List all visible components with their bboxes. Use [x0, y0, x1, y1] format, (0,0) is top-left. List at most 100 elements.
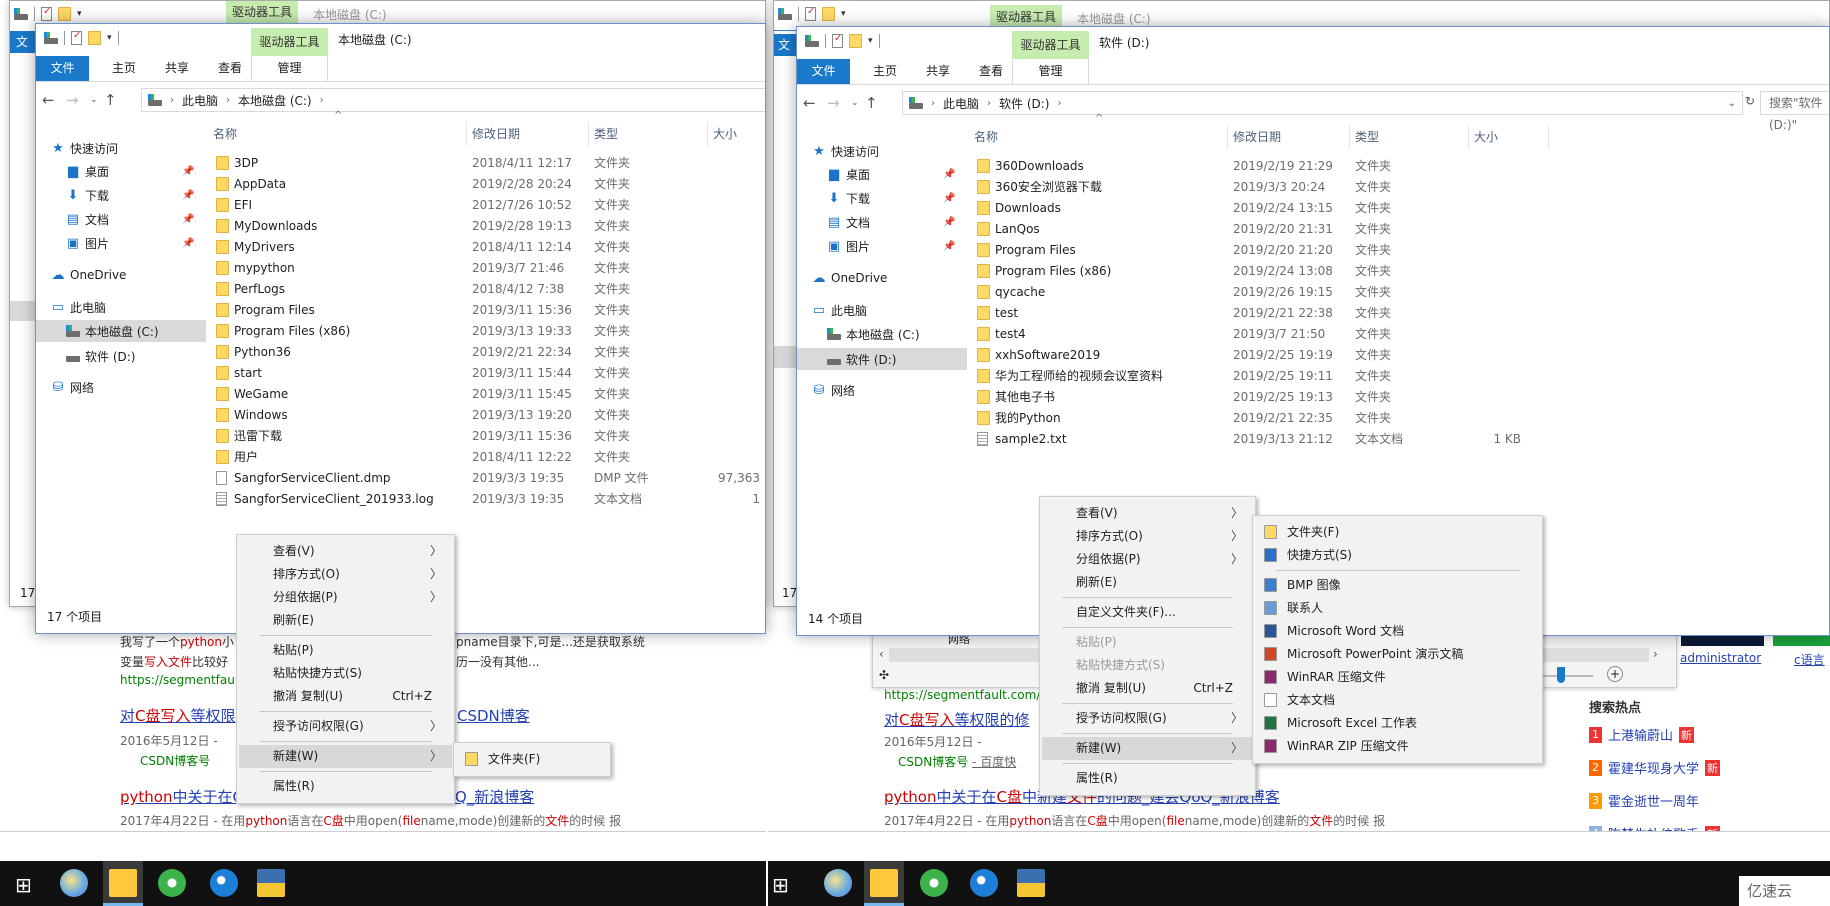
address-bar[interactable]: › 此电脑 › 软件 (D:) › ⌄ — [902, 91, 1743, 115]
c-language-link[interactable]: c语言 — [1794, 651, 1825, 668]
hot-search-item[interactable]: 2 霍建华现身大学新 — [1589, 758, 1721, 777]
file-tab[interactable]: 文 — [774, 34, 796, 56]
file-row[interactable]: sample2.txt 2019/3/13 21:12 文本文档 1 KB — [969, 429, 1549, 450]
tab-3[interactable]: 查看 — [208, 56, 252, 81]
file-row[interactable]: Program Files 2019/2/20 21:20 文件夹 — [969, 240, 1549, 261]
pin-icon[interactable]: 📌 — [182, 238, 194, 249]
up-arrow-icon[interactable]: ↑ — [104, 91, 117, 109]
file-row[interactable]: 华为工程师给的视频会议室资料 2019/2/25 19:11 文件夹 — [969, 366, 1549, 387]
windows-start-icon[interactable]: ⊞ — [772, 873, 789, 897]
file-row[interactable]: EFI 2012/7/26 10:52 文件夹 — [208, 195, 765, 216]
file-row[interactable]: 我的Python 2019/2/21 22:35 文件夹 — [969, 408, 1549, 429]
file-row[interactable]: Python36 2019/2/21 22:34 文件夹 — [208, 342, 765, 363]
breadcrumb-item[interactable]: 此电脑 — [943, 95, 979, 112]
menu-item[interactable]: 粘贴(P) — [1042, 631, 1253, 654]
paint-icon[interactable] — [824, 869, 852, 897]
nav-item[interactable]: 软件 (D:) — [797, 348, 967, 370]
submenu-item[interactable]: Microsoft Word 文档 — [1255, 620, 1540, 643]
scroll-right-button[interactable]: › — [1653, 647, 1658, 661]
file-row[interactable]: PerfLogs 2018/4/12 7:38 文件夹 — [208, 279, 765, 300]
nav-item[interactable]: 本地磁盘 (C:) — [36, 320, 206, 342]
file-row[interactable]: Program Files (x86) 2019/3/13 19:33 文件夹 — [208, 321, 765, 342]
file-row[interactable]: Program Files 2019/3/11 15:36 文件夹 — [208, 300, 765, 321]
move-icon[interactable]: ✣ — [879, 668, 889, 682]
file-tab[interactable]: 文 — [10, 31, 36, 53]
address-bar[interactable]: › 此电脑 › 本地磁盘 (C:) › — [141, 88, 765, 112]
submenu-item[interactable]: 联系人 — [1255, 597, 1540, 620]
nav-item[interactable]: ▆ 桌面 📌 — [797, 163, 967, 185]
menu-item[interactable]: 粘贴快捷方式(S) — [1042, 654, 1253, 677]
menu-item[interactable]: 授予访问权限(G) 〉 — [239, 715, 452, 738]
submenu-item[interactable]: 文件夹(F) — [456, 748, 608, 771]
menu-item[interactable]: 查看(V) 〉 — [1042, 502, 1253, 525]
file-row[interactable]: SangforServiceClient.dmp 2019/3/3 19:35 DM… — [208, 468, 765, 489]
file-row[interactable]: 其他电子书 2019/2/25 19:13 文件夹 — [969, 387, 1549, 408]
submenu-item[interactable]: Microsoft Excel 工作表 — [1255, 712, 1540, 735]
file-row[interactable]: AppData 2019/2/28 20:24 文件夹 — [208, 174, 765, 195]
file-row[interactable]: 迅雷下载 2019/3/11 15:36 文件夹 — [208, 426, 765, 447]
zoom-in-icon[interactable]: + — [1607, 666, 1623, 682]
result-source[interactable]: CSDN博客号 - 百度快 — [898, 753, 1016, 770]
menu-item[interactable]: 撤消 复制(U) Ctrl+Z — [239, 685, 452, 708]
nav-item[interactable]: ▤ 文档 📌 — [36, 208, 206, 230]
tab-2[interactable]: 共享 — [916, 59, 960, 84]
file-row[interactable]: 3DP 2018/4/11 12:17 文件夹 — [208, 153, 765, 174]
submenu-item[interactable]: WinRAR 压缩文件 — [1255, 666, 1540, 689]
file-explorer-icon[interactable] — [870, 869, 898, 897]
column-header[interactable]: 修改日期 — [1228, 125, 1350, 149]
nav-item[interactable]: 软件 (D:) — [36, 345, 206, 367]
drive-tools-tab[interactable]: 驱动器工具 — [226, 1, 299, 24]
hot-search-item[interactable]: 3 霍金逝世一周年 — [1589, 791, 1699, 810]
file-row[interactable]: mypython 2019/3/7 21:46 文件夹 — [208, 258, 765, 279]
customize-dropdown-icon[interactable]: ▾ — [77, 9, 82, 19]
recent-dropdown-icon[interactable]: ⌄ — [851, 98, 859, 108]
menu-item[interactable]: 排序方式(O) 〉 — [239, 563, 452, 586]
menu-item[interactable]: 排序方式(O) 〉 — [1042, 525, 1253, 548]
nav-item[interactable]: ▭ 此电脑 — [797, 299, 967, 321]
nav-item[interactable]: ☁ OneDrive — [797, 267, 967, 289]
nav-item[interactable]: ▣ 图片 📌 — [36, 232, 206, 254]
menu-item[interactable]: 刷新(E) — [1042, 571, 1253, 594]
360-browser-icon[interactable] — [920, 869, 948, 897]
nav-item[interactable]: ★ 快速访问 — [797, 140, 967, 162]
file-row[interactable]: MyDrivers 2018/4/11 12:14 文件夹 — [208, 237, 765, 258]
forward-arrow-icon[interactable]: → — [66, 91, 79, 109]
pin-icon[interactable]: 📌 — [943, 241, 955, 252]
result-link-right[interactable]: CSDN博客 — [457, 705, 530, 726]
column-header[interactable]: 大小 — [1469, 125, 1549, 149]
tab-2[interactable]: 共享 — [155, 56, 199, 81]
nav-item[interactable]: ⛁ 网络 — [36, 376, 206, 398]
file-row[interactable]: SangforServiceClient_201933.log 2019/3/3 … — [208, 489, 765, 510]
breadcrumb-item[interactable]: 本地磁盘 (C:) — [238, 92, 312, 109]
column-header[interactable]: 类型 — [1350, 125, 1469, 149]
customize-dropdown-icon[interactable]: ▾ — [868, 36, 873, 46]
nav-item[interactable]: ⬇ 下载 📌 — [36, 184, 206, 206]
tab-1[interactable]: 主页 — [863, 59, 907, 84]
menu-item[interactable]: 新建(W) 〉 — [239, 745, 452, 768]
column-header[interactable]: 修改日期 — [467, 122, 589, 146]
breadcrumb-item[interactable]: 此电脑 — [182, 92, 218, 109]
tab-1[interactable]: 主页 — [102, 56, 146, 81]
pin-icon[interactable]: 📌 — [943, 193, 955, 204]
menu-item[interactable]: 分组依据(P) 〉 — [1042, 548, 1253, 571]
menu-item[interactable]: 刷新(E) — [239, 609, 452, 632]
file-row[interactable]: Downloads 2019/2/24 13:15 文件夹 — [969, 198, 1549, 219]
pin-icon[interactable]: 📌 — [943, 169, 955, 180]
menu-item[interactable]: 粘贴(P) — [239, 639, 452, 662]
column-header[interactable]: 名称 — [969, 125, 1228, 149]
paint-icon[interactable] — [60, 869, 88, 897]
recent-dropdown-icon[interactable]: ⌄ — [90, 95, 98, 105]
chat-icon[interactable] — [210, 869, 238, 897]
address-dropdown-icon[interactable]: ⌄ — [1728, 98, 1736, 109]
file-row[interactable]: Program Files (x86) 2019/2/24 13:08 文件夹 — [969, 261, 1549, 282]
search-input[interactable]: 搜索"软件 (D:)" — [1760, 91, 1829, 132]
submenu-item[interactable]: 快捷方式(S) — [1255, 544, 1540, 567]
menu-item[interactable]: 新建(W) 〉 — [1042, 737, 1253, 760]
menu-item[interactable]: 属性(R) — [1042, 767, 1253, 790]
menu-item[interactable]: 自定义文件夹(F)... — [1042, 601, 1253, 624]
result-link-right[interactable]: Q_新浪博客 — [455, 786, 534, 807]
nav-item[interactable]: ☁ OneDrive — [36, 264, 206, 286]
forward-arrow-icon[interactable]: → — [827, 94, 840, 112]
column-header[interactable]: 名称 — [208, 122, 467, 146]
tab-3[interactable]: 查看 — [969, 59, 1013, 84]
